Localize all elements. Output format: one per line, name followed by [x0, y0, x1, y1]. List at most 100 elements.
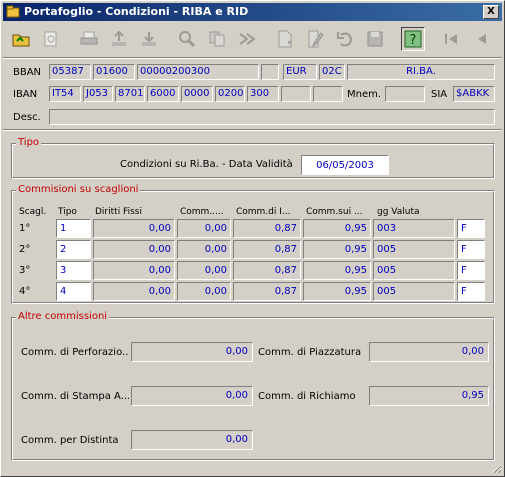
mnem-field[interactable] [385, 86, 425, 102]
tipo-description: Condizioni su Ri.Ba. - Data Validità [120, 159, 293, 170]
edit-icon[interactable] [303, 27, 327, 51]
bban-label: BBAN [13, 67, 42, 78]
diritti-fissi-cell[interactable]: 0,00 [93, 261, 175, 280]
copy-icon[interactable] [205, 27, 229, 51]
new-document-icon[interactable] [273, 27, 297, 51]
comm-sui-cell[interactable]: 0,95 [303, 219, 371, 238]
piazzatura-field[interactable]: 0,00 [369, 342, 489, 362]
flag-cell[interactable]: F [457, 219, 485, 238]
comm-sui-cell[interactable]: 0,95 [303, 261, 371, 280]
data-validita-field[interactable]: 06/05/2003 [301, 155, 389, 175]
header-gg-valuta: gg Valuta [377, 207, 420, 217]
comm-sui-cell[interactable]: 0,95 [303, 282, 371, 301]
bban-blank-field[interactable] [261, 64, 279, 80]
scaglioni-legend: Commisioni su scaglioni [16, 184, 141, 195]
piazzatura-label: Comm. di Piazzatura [258, 347, 362, 358]
previous-record-icon[interactable] [469, 27, 493, 51]
sia-field[interactable]: $ABKK [453, 86, 495, 102]
comm-di-cell[interactable]: 0,87 [233, 261, 301, 280]
save-icon[interactable] [363, 27, 387, 51]
export-icon[interactable] [107, 27, 131, 51]
bban-abi-field[interactable]: 01600 [93, 64, 135, 80]
comm-cell[interactable]: 0,00 [177, 240, 231, 259]
header-diritti-fissi: Diritti Fissi [95, 207, 142, 217]
stampa-label: Comm. di Stampa A... [21, 391, 129, 402]
toolbar-divider [3, 57, 502, 59]
iban-part-2[interactable]: J053 [83, 86, 113, 102]
bban-type-field[interactable]: RI.BA. [347, 64, 495, 80]
bban-currency-field[interactable]: EUR [283, 64, 317, 80]
stampa-field[interactable]: 0,00 [131, 386, 253, 406]
window-title: Portafoglio - Condizioni - RIBA e RID [24, 5, 249, 18]
iban-part-3[interactable]: 8701 [115, 86, 145, 102]
iban-part-1[interactable]: IT54 [49, 86, 81, 102]
tipo-cell[interactable]: 3 [56, 261, 91, 280]
diritti-fissi-cell[interactable]: 0,00 [93, 240, 175, 259]
header-scagl: Scagl. [19, 207, 47, 217]
diritti-fissi-cell[interactable]: 0,00 [93, 219, 175, 238]
resize-grip-icon[interactable] [490, 462, 502, 474]
comm-di-cell[interactable]: 0,87 [233, 219, 301, 238]
bban-code-field[interactable]: 02C [319, 64, 345, 80]
perforazione-label: Comm. di Perforazio... [21, 347, 129, 358]
undo-icon[interactable] [333, 27, 357, 51]
altre-commissioni-legend: Altre commissioni [16, 311, 110, 322]
gg-valuta-cell[interactable]: 005 [373, 282, 455, 301]
toolbar: ? [3, 23, 502, 55]
header-comm-di: Comm.di I... [236, 207, 291, 217]
comm-sui-cell[interactable]: 0,95 [303, 240, 371, 259]
perforazione-field[interactable]: 0,00 [131, 342, 253, 362]
gg-valuta-cell[interactable]: 005 [373, 240, 455, 259]
iban-part-4[interactable]: 6000 [147, 86, 179, 102]
close-button[interactable]: X [483, 5, 499, 19]
comm-di-cell[interactable]: 0,87 [233, 282, 301, 301]
bban-cin-field[interactable]: 05387 [49, 64, 91, 80]
first-record-icon[interactable] [439, 27, 463, 51]
iban-part-6[interactable]: 0200 [215, 86, 245, 102]
search-icon[interactable] [175, 27, 199, 51]
comm-cell[interactable]: 0,00 [177, 219, 231, 238]
flag-cell[interactable]: F [457, 261, 485, 280]
svg-text:?: ? [410, 33, 417, 48]
richiamo-field[interactable]: 0,95 [369, 386, 489, 406]
print-icon[interactable] [77, 27, 101, 51]
refresh-icon[interactable] [39, 27, 63, 51]
iban-part-5[interactable]: 0000 [181, 86, 213, 102]
distinta-field[interactable]: 0,00 [131, 430, 253, 450]
tipo-cell[interactable]: 2 [56, 240, 91, 259]
desc-field[interactable] [49, 109, 495, 125]
flag-cell[interactable]: F [457, 282, 485, 301]
richiamo-label: Comm. di Richiamo [258, 391, 356, 402]
header-tipo: Tipo [58, 207, 77, 217]
header-comm-sui: Comm.sui ... [306, 207, 363, 217]
header-comm: Comm..... [180, 207, 224, 217]
open-folder-icon[interactable] [9, 27, 33, 51]
iban-blank-1[interactable] [281, 86, 311, 102]
forward-icon[interactable] [235, 27, 259, 51]
distinta-label: Comm. per Distinta [21, 435, 119, 446]
flag-cell[interactable]: F [457, 240, 485, 259]
iban-part-7[interactable]: 300 [247, 86, 279, 102]
title-bar[interactable]: Portafoglio - Condizioni - RIBA e RID X [3, 3, 502, 21]
comm-cell[interactable]: 0,00 [177, 282, 231, 301]
row-label: 1° [19, 223, 31, 234]
iban-blank-2[interactable] [313, 86, 343, 102]
help-icon[interactable]: ? [401, 27, 425, 51]
bban-conto-field[interactable]: 00000200300 [137, 64, 259, 80]
import-icon[interactable] [137, 27, 161, 51]
comm-cell[interactable]: 0,00 [177, 261, 231, 280]
tipo-cell[interactable]: 4 [56, 282, 91, 301]
tipo-cell[interactable]: 1 [56, 219, 91, 238]
gg-valuta-cell[interactable]: 005 [373, 261, 455, 280]
app-icon [6, 5, 20, 18]
gg-valuta-cell[interactable]: 003 [373, 219, 455, 238]
tipo-legend: Tipo [16, 137, 42, 148]
row-label: 3° [19, 265, 31, 276]
main-window: Portafoglio - Condizioni - RIBA e RID X [0, 0, 505, 477]
comm-di-cell[interactable]: 0,87 [233, 240, 301, 259]
diritti-fissi-cell[interactable]: 0,00 [93, 282, 175, 301]
mnem-label: Mnem. [347, 89, 382, 100]
row-label: 4° [19, 286, 31, 297]
desc-label: Desc. [13, 112, 41, 123]
header-divider [3, 129, 502, 131]
